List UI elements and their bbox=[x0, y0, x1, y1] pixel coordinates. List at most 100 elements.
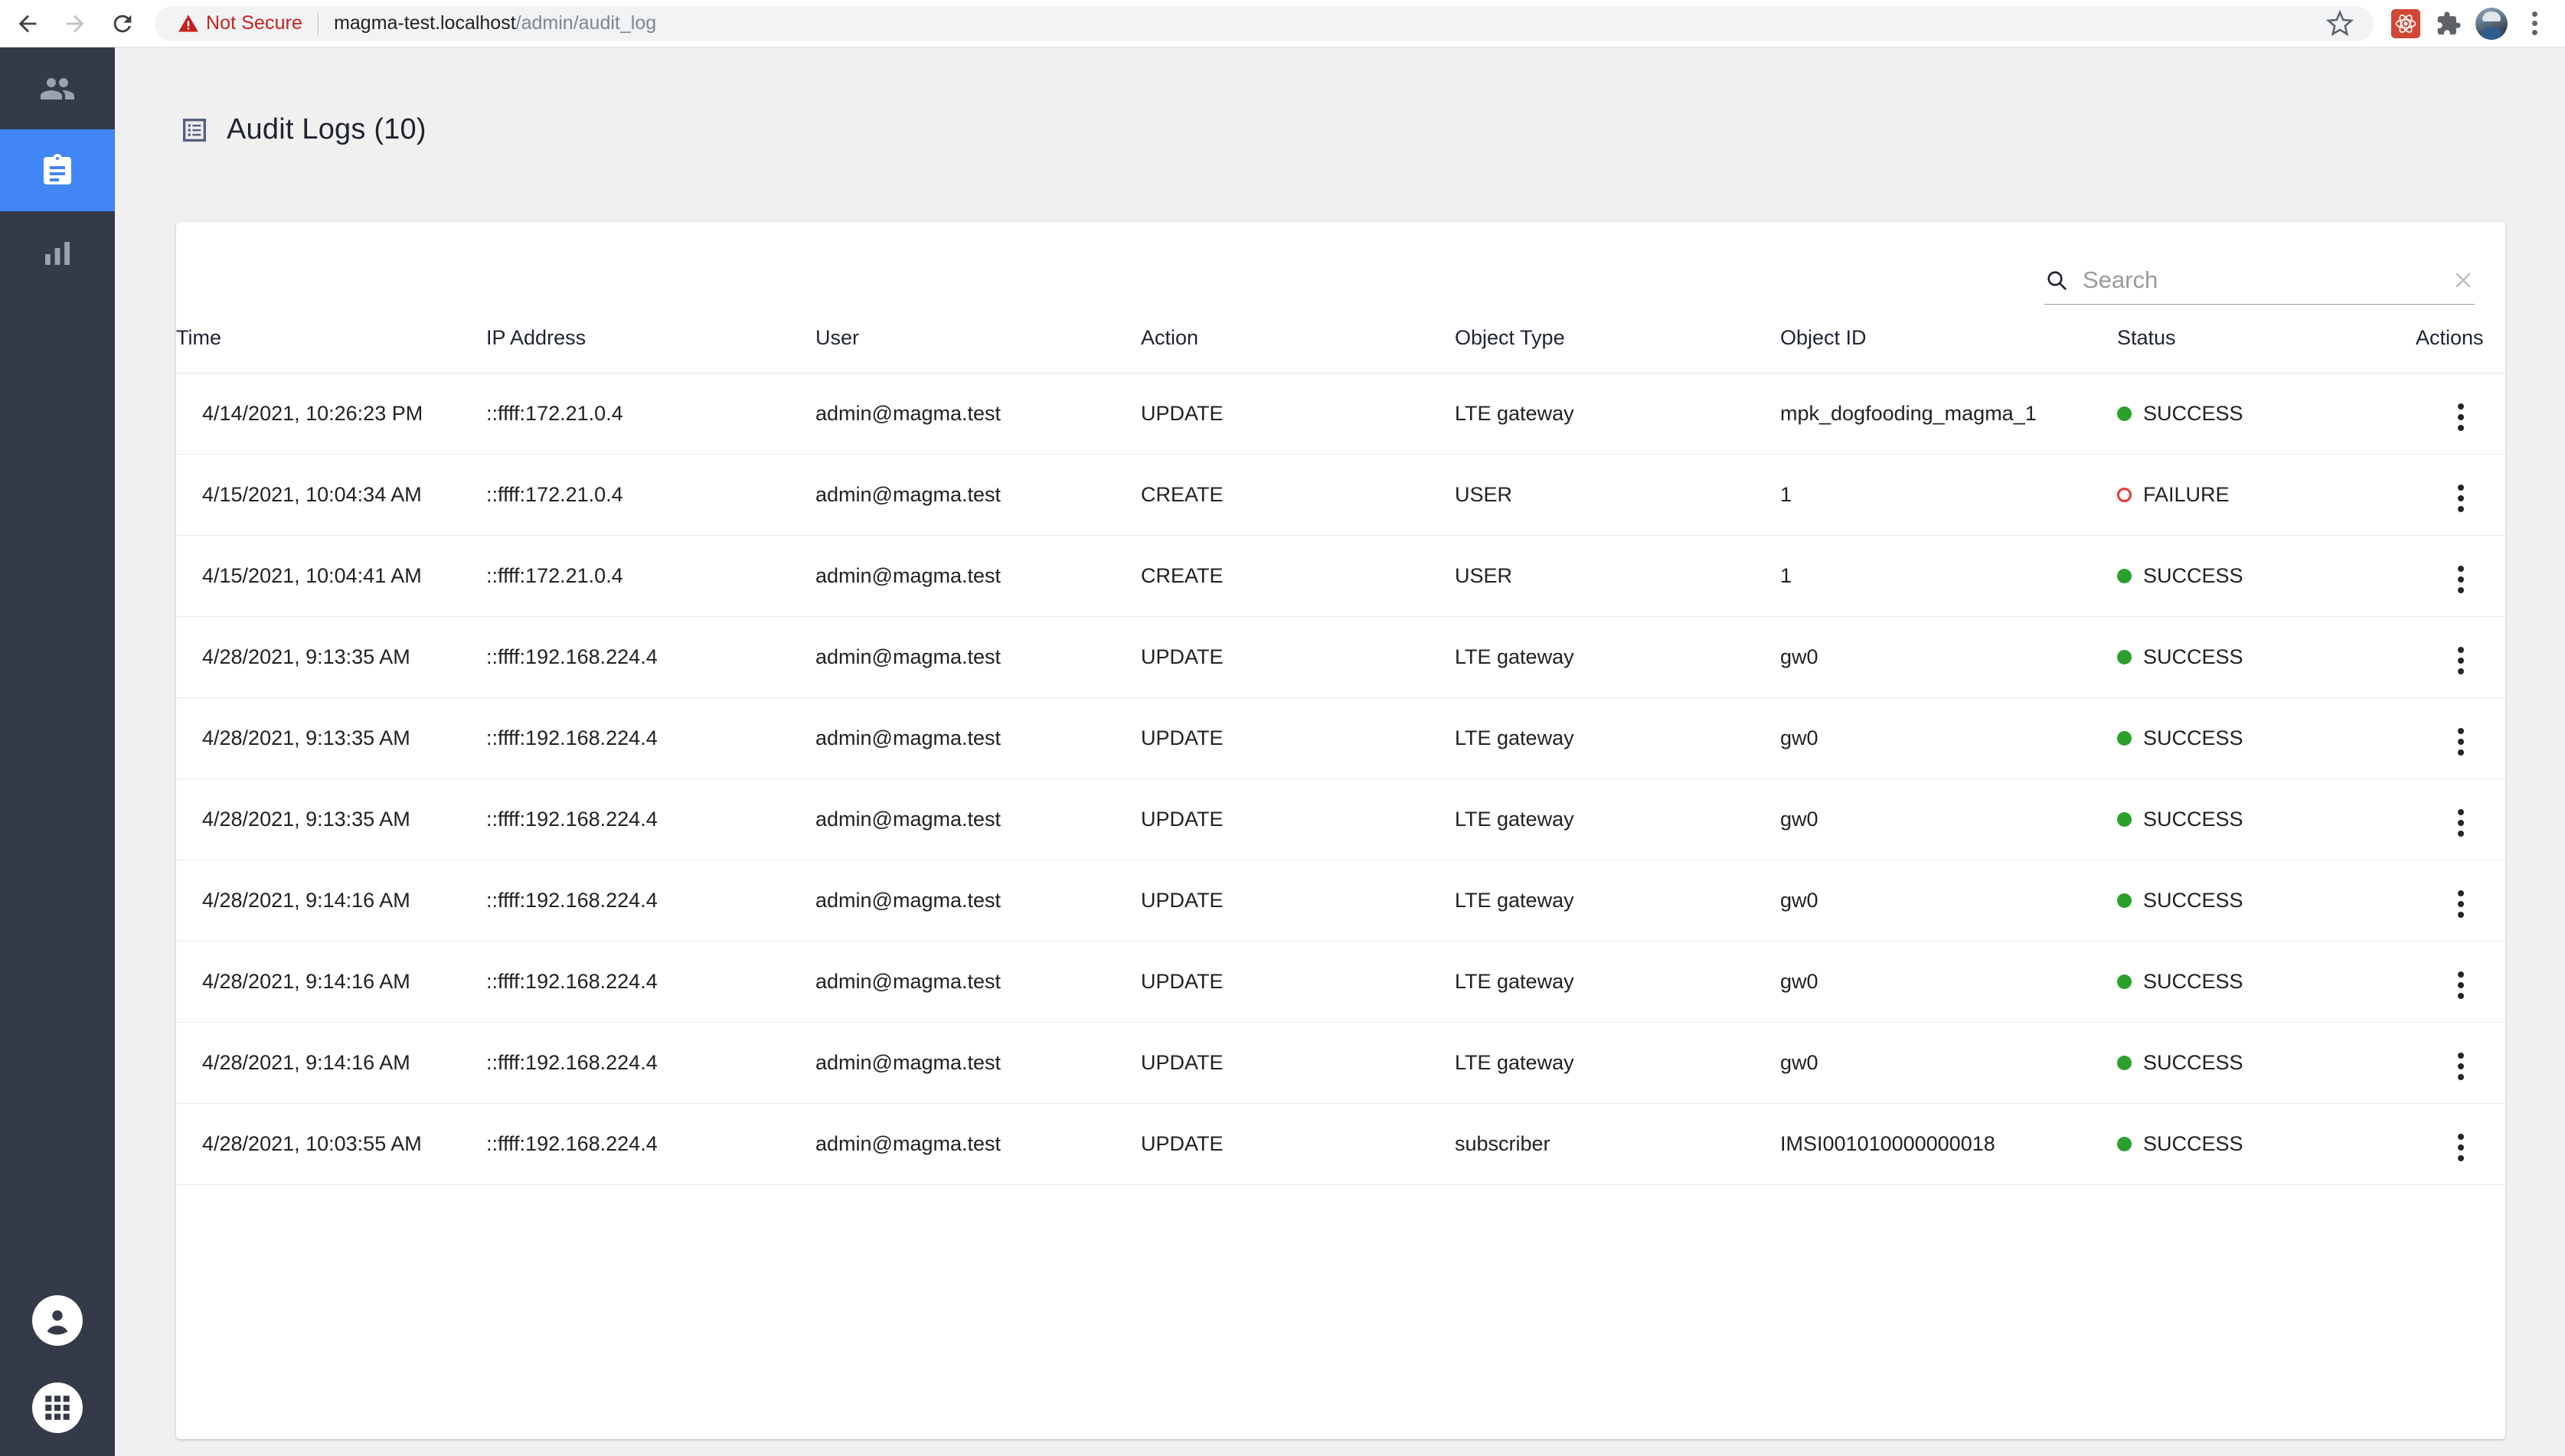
column-header-object-id[interactable]: Object ID bbox=[1780, 312, 2117, 374]
reload-button[interactable] bbox=[106, 7, 139, 41]
row-actions-button[interactable] bbox=[2447, 722, 2475, 762]
cell-object-id: gw0 bbox=[1780, 617, 2117, 698]
table-header-row: Time IP Address User Action Object Type … bbox=[176, 312, 2505, 374]
cell-object-id: gw0 bbox=[1780, 698, 2117, 779]
cell-status: SUCCESS bbox=[2117, 374, 2416, 455]
cell-status: SUCCESS bbox=[2117, 779, 2416, 860]
browser-extension-icons bbox=[2386, 4, 2565, 44]
security-indicator[interactable]: Not Secure bbox=[168, 12, 302, 34]
column-header-ip-address[interactable]: IP Address bbox=[486, 312, 815, 374]
close-icon[interactable] bbox=[2452, 269, 2475, 292]
table-row[interactable]: 4/28/2021, 9:14:16 AM::ffff:192.168.224.… bbox=[176, 860, 2505, 942]
react-devtools-extension-button[interactable] bbox=[2386, 4, 2426, 44]
not-secure-label: Not Secure bbox=[206, 12, 302, 34]
sidebar-item-audit-log[interactable] bbox=[0, 129, 115, 211]
table-row[interactable]: 4/15/2021, 10:04:41 AM::ffff:172.21.0.4a… bbox=[176, 536, 2505, 617]
chrome-menu-button[interactable] bbox=[2514, 4, 2554, 44]
row-actions-button[interactable] bbox=[2447, 641, 2475, 681]
status-badge: SUCCESS bbox=[2117, 808, 2416, 831]
sidebar-account-button[interactable] bbox=[32, 1295, 83, 1346]
row-actions-button[interactable] bbox=[2447, 397, 2475, 437]
status-failure-ring-icon bbox=[2117, 488, 2132, 502]
search-box[interactable] bbox=[2044, 266, 2475, 305]
cell-object-type: LTE gateway bbox=[1455, 779, 1780, 860]
row-actions-button[interactable] bbox=[2447, 560, 2475, 599]
cell-object-type: LTE gateway bbox=[1455, 860, 1780, 942]
address-bar[interactable]: Not Secure magma-test.localhost/admin/au… bbox=[155, 6, 2374, 41]
row-actions-button[interactable] bbox=[2447, 803, 2475, 843]
status-success-dot-icon bbox=[2117, 731, 2132, 746]
cell-action: UPDATE bbox=[1141, 860, 1455, 942]
status-label: SUCCESS bbox=[2143, 726, 2243, 750]
profile-avatar-button[interactable] bbox=[2472, 4, 2511, 44]
browser-toolbar: Not Secure magma-test.localhost/admin/au… bbox=[0, 0, 2565, 47]
status-success-dot-icon bbox=[2117, 812, 2132, 827]
cell-action: UPDATE bbox=[1141, 374, 1455, 455]
cell-ip-address: ::ffff:192.168.224.4 bbox=[486, 942, 815, 1023]
cell-user: admin@magma.test bbox=[815, 455, 1141, 536]
status-label: SUCCESS bbox=[2143, 970, 2243, 994]
cell-actions bbox=[2416, 455, 2505, 536]
puzzle-piece-icon bbox=[2436, 11, 2462, 37]
table-row[interactable]: 4/15/2021, 10:04:34 AM::ffff:172.21.0.4a… bbox=[176, 455, 2505, 536]
bookmark-star-button[interactable] bbox=[2320, 4, 2360, 44]
cell-time: 4/28/2021, 9:13:35 AM bbox=[176, 698, 486, 779]
cell-object-type: LTE gateway bbox=[1455, 698, 1780, 779]
column-header-status[interactable]: Status bbox=[2117, 312, 2416, 374]
cell-action: CREATE bbox=[1141, 455, 1455, 536]
table-row[interactable]: 4/28/2021, 10:03:55 AM::ffff:192.168.224… bbox=[176, 1104, 2505, 1185]
cell-ip-address: ::ffff:192.168.224.4 bbox=[486, 860, 815, 942]
cell-user: admin@magma.test bbox=[815, 779, 1141, 860]
sidebar-item-users[interactable] bbox=[0, 47, 115, 129]
cell-user: admin@magma.test bbox=[815, 374, 1141, 455]
cell-status: SUCCESS bbox=[2117, 1023, 2416, 1104]
cell-actions bbox=[2416, 860, 2505, 942]
list-alt-icon bbox=[179, 115, 210, 145]
table-header: Time IP Address User Action Object Type … bbox=[176, 312, 2505, 374]
browser-nav-buttons bbox=[0, 7, 139, 41]
back-button[interactable] bbox=[11, 7, 44, 41]
url-path: /admin/audit_log bbox=[516, 12, 656, 34]
row-actions-button[interactable] bbox=[2447, 1046, 2475, 1086]
table-body: 4/14/2021, 10:26:23 PM::ffff:172.21.0.4a… bbox=[176, 374, 2505, 1185]
forward-button[interactable] bbox=[58, 7, 92, 41]
table-row[interactable]: 4/28/2021, 9:13:35 AM::ffff:192.168.224.… bbox=[176, 698, 2505, 779]
status-success-dot-icon bbox=[2117, 650, 2132, 664]
cell-status: SUCCESS bbox=[2117, 1104, 2416, 1185]
cell-time: 4/28/2021, 9:13:35 AM bbox=[176, 779, 486, 860]
status-label: FAILURE bbox=[2143, 483, 2230, 507]
table-row[interactable]: 4/28/2021, 9:14:16 AM::ffff:192.168.224.… bbox=[176, 1023, 2505, 1104]
column-header-action[interactable]: Action bbox=[1141, 312, 1455, 374]
extensions-button[interactable] bbox=[2429, 4, 2469, 44]
cell-ip-address: ::ffff:192.168.224.4 bbox=[486, 617, 815, 698]
cell-ip-address: ::ffff:172.21.0.4 bbox=[486, 536, 815, 617]
status-success-dot-icon bbox=[2117, 1056, 2132, 1070]
table-row[interactable]: 4/14/2021, 10:26:23 PM::ffff:172.21.0.4a… bbox=[176, 374, 2505, 455]
row-actions-button[interactable] bbox=[2447, 965, 2475, 1005]
cell-ip-address: ::ffff:192.168.224.4 bbox=[486, 1023, 815, 1104]
sidebar bbox=[0, 47, 115, 1456]
cell-ip-address: ::ffff:192.168.224.4 bbox=[486, 698, 815, 779]
row-actions-button[interactable] bbox=[2447, 1128, 2475, 1167]
cell-object-id: IMSI001010000000018 bbox=[1780, 1104, 2117, 1185]
row-actions-button[interactable] bbox=[2447, 478, 2475, 518]
table-row[interactable]: 4/28/2021, 9:13:35 AM::ffff:192.168.224.… bbox=[176, 779, 2505, 860]
sidebar-apps-button[interactable] bbox=[32, 1383, 83, 1433]
cell-time: 4/28/2021, 9:13:35 AM bbox=[176, 617, 486, 698]
apps-grid-icon bbox=[41, 1392, 74, 1424]
column-header-time[interactable]: Time bbox=[176, 312, 486, 374]
search-input[interactable] bbox=[2083, 266, 2438, 294]
table-row[interactable]: 4/28/2021, 9:14:16 AM::ffff:192.168.224.… bbox=[176, 942, 2505, 1023]
row-actions-button[interactable] bbox=[2447, 884, 2475, 924]
omnibox-right-icons bbox=[2320, 4, 2360, 44]
status-badge: SUCCESS bbox=[2117, 564, 2416, 588]
cell-user: admin@magma.test bbox=[815, 942, 1141, 1023]
table-row[interactable]: 4/28/2021, 9:13:35 AM::ffff:192.168.224.… bbox=[176, 617, 2505, 698]
cell-time: 4/15/2021, 10:04:41 AM bbox=[176, 536, 486, 617]
warning-triangle-icon bbox=[178, 13, 199, 34]
sidebar-item-metrics[interactable] bbox=[0, 211, 115, 293]
cell-ip-address: ::ffff:192.168.224.4 bbox=[486, 779, 815, 860]
column-header-object-type[interactable]: Object Type bbox=[1455, 312, 1780, 374]
column-header-user[interactable]: User bbox=[815, 312, 1141, 374]
cell-action: CREATE bbox=[1141, 536, 1455, 617]
